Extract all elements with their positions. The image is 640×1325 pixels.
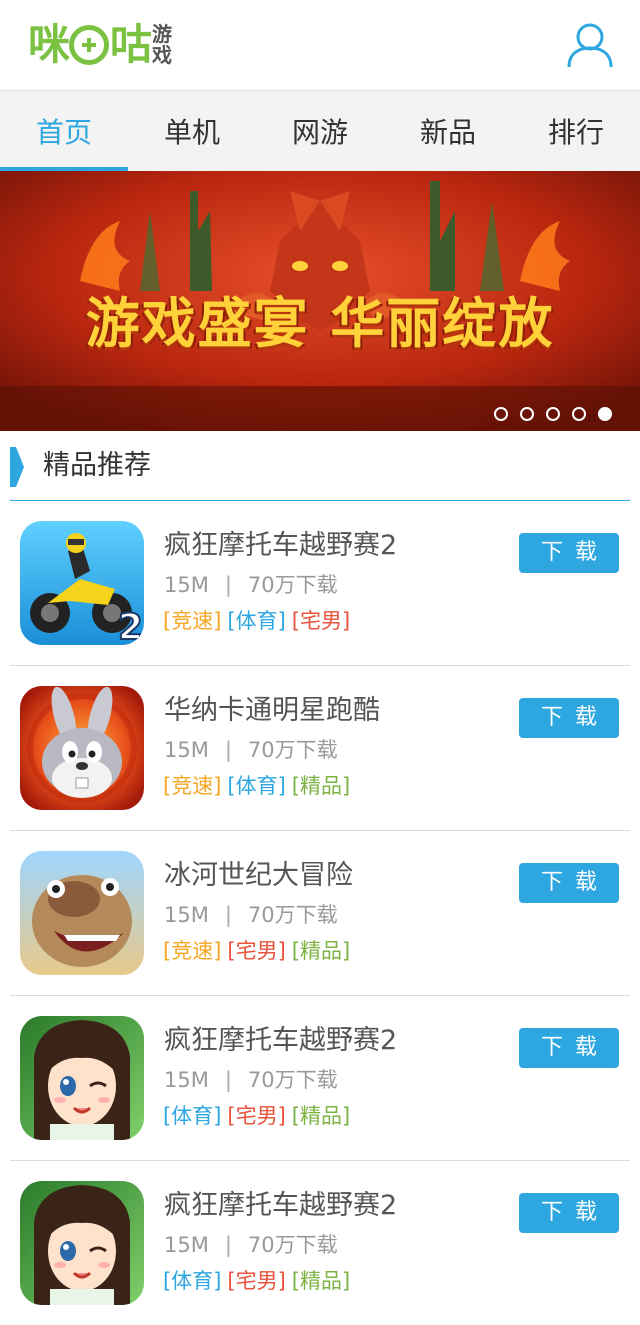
tag[interactable]: [精品]: [292, 1269, 350, 1293]
meta-separator: |: [224, 1233, 232, 1257]
game-tags: [竞速] [体育] [精品]: [163, 772, 356, 800]
svg-text:2: 2: [118, 607, 143, 645]
download-button[interactable]: 下载: [519, 533, 619, 573]
logo-sub: 游 戏: [152, 24, 172, 66]
game-tags: [竞速] [体育] [宅男]: [163, 607, 356, 635]
tab-ranking[interactable]: 排行: [512, 91, 640, 171]
logo-sub-bottom: 戏: [152, 43, 173, 67]
game-title[interactable]: 疯狂摩托车越野赛2: [164, 1189, 397, 1223]
game-tags: [体育] [宅男] [精品]: [163, 1267, 356, 1295]
anime-girl-icon[interactable]: [20, 1181, 144, 1305]
section-header: 精品推荐: [10, 445, 630, 501]
gamepad-icon: [69, 25, 110, 65]
download-button[interactable]: 下载: [519, 1193, 619, 1233]
game-size: 15M: [164, 573, 209, 597]
download-button[interactable]: 下载: [519, 698, 619, 738]
tag[interactable]: [体育]: [163, 1269, 221, 1293]
section-flag-icon: [10, 447, 24, 487]
logo-char-1: 咪: [28, 20, 70, 69]
list-item[interactable]: 2 疯狂摩托车越野赛2 15M | 70万下载 [竞速] [体育] [宅男] 下载: [10, 501, 630, 666]
tag[interactable]: [宅男]: [292, 609, 350, 633]
game-tags: [体育] [宅男] [精品]: [163, 1102, 356, 1130]
category-tabs: 首页 单机 网游 新品 排行: [0, 91, 640, 171]
carousel-dot-active[interactable]: [598, 407, 612, 421]
game-size: 15M: [164, 1068, 209, 1092]
list-item[interactable]: 疯狂摩托车越野赛2 15M | 70万下载 [体育] [宅男] [精品] 下载: [10, 996, 630, 1161]
game-meta: 15M | 70万下载: [164, 901, 338, 929]
tag[interactable]: [体育]: [163, 1104, 221, 1128]
download-count: 70万下载: [247, 573, 338, 597]
game-title[interactable]: 疯狂摩托车越野赛2: [164, 1024, 397, 1058]
tag[interactable]: [竞速]: [163, 609, 221, 633]
tag[interactable]: [宅男]: [227, 1269, 285, 1293]
section-title: 精品推荐: [43, 450, 151, 481]
game-size: 15M: [164, 903, 209, 927]
game-size: 15M: [164, 738, 209, 762]
list-item[interactable]: 疯狂摩托车越野赛2 15M | 70万下载 [体育] [宅男] [精品] 下载: [10, 1161, 630, 1325]
carousel-dot[interactable]: [520, 407, 534, 421]
anime-girl-icon[interactable]: [20, 1016, 144, 1140]
list-item[interactable]: 华纳卡通明星跑酷 15M | 70万下载 [竞速] [体育] [精品] 下载: [10, 666, 630, 831]
tag[interactable]: [精品]: [292, 774, 350, 798]
tab-online[interactable]: 网游: [256, 91, 384, 171]
logo-char-2: 咕: [110, 20, 152, 69]
game-meta: 15M | 70万下载: [164, 736, 338, 764]
tab-single-player[interactable]: 单机: [128, 91, 256, 171]
download-count: 70万下载: [247, 1233, 338, 1257]
meta-separator: |: [224, 738, 232, 762]
carousel-indicators: [494, 407, 612, 421]
app-header: 咪 咕 游 戏: [0, 0, 640, 91]
download-button[interactable]: 下载: [519, 863, 619, 903]
tag[interactable]: [精品]: [292, 1104, 350, 1128]
download-count: 70万下载: [247, 1068, 338, 1092]
game-list: 2 疯狂摩托车越野赛2 15M | 70万下载 [竞速] [体育] [宅男] 下载: [10, 501, 630, 1325]
meta-separator: |: [224, 903, 232, 927]
game-size: 15M: [164, 1233, 209, 1257]
meta-separator: |: [224, 1068, 232, 1092]
game-tags: [竞速] [宅男] [精品]: [163, 937, 356, 965]
tag[interactable]: [竞速]: [163, 774, 221, 798]
tag[interactable]: [精品]: [292, 939, 350, 963]
carousel-dot[interactable]: [546, 407, 560, 421]
download-button[interactable]: 下载: [519, 1028, 619, 1068]
tag[interactable]: [体育]: [227, 609, 285, 633]
migu-logo[interactable]: 咪 咕 游 戏: [28, 20, 172, 70]
promo-banner[interactable]: 游戏盛宴 华丽绽放: [0, 171, 640, 431]
download-count: 70万下载: [247, 903, 338, 927]
carousel-dot[interactable]: [494, 407, 508, 421]
carousel-dot[interactable]: [572, 407, 586, 421]
tag[interactable]: [体育]: [227, 774, 285, 798]
download-count: 70万下载: [247, 738, 338, 762]
banner-title: 游戏盛宴 华丽绽放: [85, 292, 555, 355]
game-meta: 15M | 70万下载: [164, 1066, 338, 1094]
tab-new[interactable]: 新品: [384, 91, 512, 171]
game-title[interactable]: 华纳卡通明星跑酷: [164, 694, 380, 728]
tag[interactable]: [竞速]: [163, 939, 221, 963]
game-meta: 15M | 70万下载: [164, 1231, 338, 1259]
bunny-icon[interactable]: [20, 686, 144, 810]
logo-sub-top: 游: [152, 22, 173, 46]
list-item[interactable]: 冰河世纪大冒险 15M | 70万下载 [竞速] [宅男] [精品] 下载: [10, 831, 630, 996]
game-title[interactable]: 疯狂摩托车越野赛2: [164, 529, 397, 563]
tab-home[interactable]: 首页: [0, 91, 128, 171]
sloth-icon[interactable]: [20, 851, 144, 975]
user-icon[interactable]: [566, 22, 614, 68]
motocross-icon[interactable]: 2: [20, 521, 144, 645]
meta-separator: |: [224, 573, 232, 597]
tag[interactable]: [宅男]: [227, 1104, 285, 1128]
game-title[interactable]: 冰河世纪大冒险: [164, 859, 353, 893]
game-meta: 15M | 70万下载: [164, 571, 338, 599]
tag[interactable]: [宅男]: [227, 939, 285, 963]
